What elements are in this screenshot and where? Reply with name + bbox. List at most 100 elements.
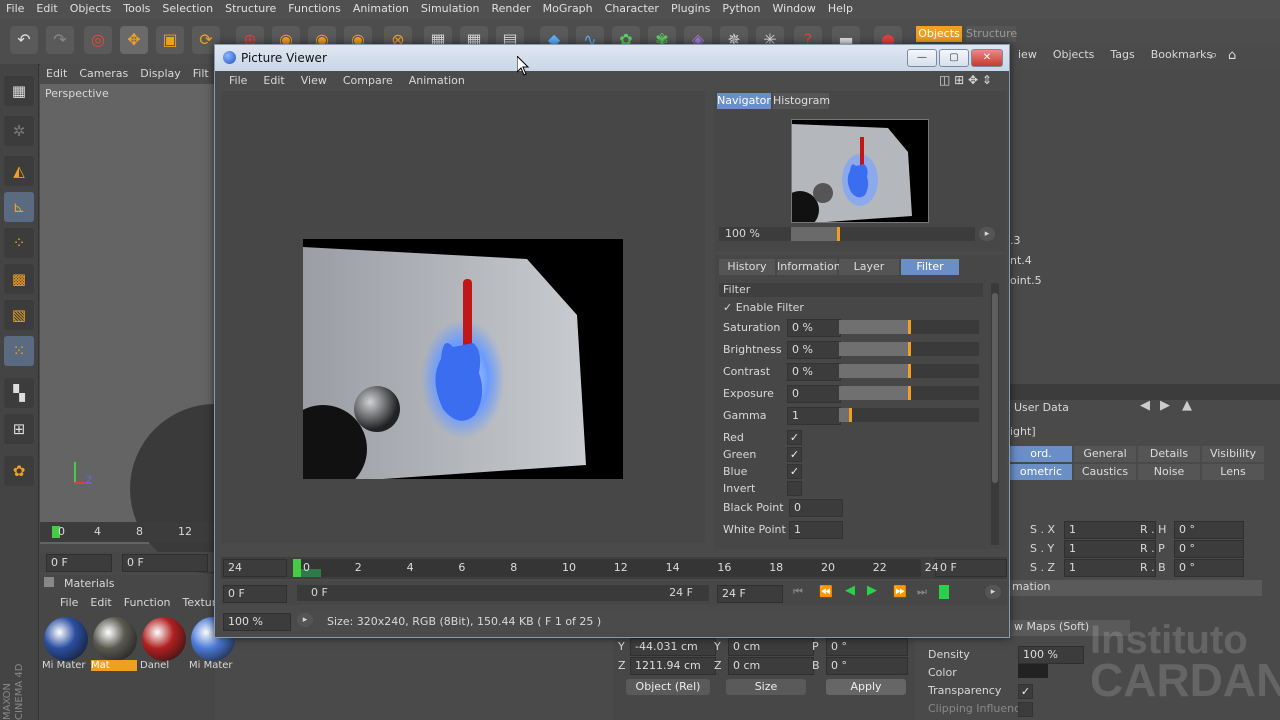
play-back-icon[interactable]: ◀ bbox=[845, 583, 855, 598]
menu-item[interactable]: Functions bbox=[282, 0, 347, 17]
animation-timeline[interactable]: 24 0 F 0 2 4 6 8 10 12 14 16 18 20 22 24 bbox=[221, 557, 1007, 579]
om-menu-item[interactable]: iew bbox=[1010, 44, 1045, 65]
enable-filter-row[interactable]: ✓ Enable Filter bbox=[723, 301, 804, 314]
tab-navigator[interactable]: Navigator bbox=[717, 93, 771, 109]
panel-layout-icon[interactable]: ◫ ⊞ ✥ ⇕ bbox=[939, 73, 992, 87]
tab-filter[interactable]: Filter bbox=[901, 259, 959, 275]
filter-slider[interactable] bbox=[839, 364, 979, 378]
step-forward-icon[interactable]: ⏩ bbox=[893, 585, 907, 598]
user-data-tab[interactable]: User Data bbox=[1014, 401, 1069, 414]
coord-mode-dropdown[interactable]: Object (Rel) bbox=[626, 679, 710, 695]
navigator-thumbnail[interactable] bbox=[791, 119, 929, 223]
attribute-tab[interactable]: Noise bbox=[1138, 464, 1200, 480]
menu-item[interactable]: Structure bbox=[219, 0, 282, 17]
pv-menu-item[interactable]: View bbox=[293, 71, 335, 90]
go-end-icon[interactable]: ⏭ bbox=[917, 585, 927, 599]
viewport-frame-field[interactable]: 0 F bbox=[46, 554, 112, 572]
material-swatch[interactable] bbox=[142, 617, 186, 661]
rot-p-field[interactable]: 0 ° bbox=[826, 638, 908, 656]
play-icon[interactable]: ▶ bbox=[867, 583, 877, 598]
viewport-menu-item[interactable]: Edit bbox=[40, 64, 73, 83]
filter-slider[interactable] bbox=[839, 408, 979, 422]
model-mode-icon[interactable]: ◭ bbox=[4, 156, 34, 186]
menu-item[interactable]: Objects bbox=[64, 0, 118, 17]
tab-information[interactable]: Information bbox=[777, 259, 841, 275]
attribute-tab[interactable]: ord. bbox=[1010, 446, 1072, 462]
picture-viewer-titlebar[interactable]: Picture Viewer — ▢ ✕ bbox=[215, 45, 1009, 71]
attribute-tab[interactable]: General bbox=[1074, 446, 1136, 462]
object-row-label[interactable]: nt.4 bbox=[1010, 254, 1032, 267]
materials-menu-item[interactable]: File bbox=[60, 596, 78, 609]
tab-layer[interactable]: Layer bbox=[839, 259, 899, 275]
attribute-tab[interactable]: Details bbox=[1138, 446, 1200, 462]
attribute-tab[interactable]: ometric bbox=[1010, 464, 1072, 480]
status-zoom-field[interactable]: 100 % bbox=[223, 613, 291, 631]
attribute-tab[interactable]: Visibility bbox=[1202, 446, 1264, 462]
slider-handle[interactable] bbox=[908, 364, 911, 378]
viewport-frame-range[interactable]: 0 F bbox=[122, 554, 208, 572]
pv-menu-item[interactable]: Edit bbox=[255, 71, 292, 90]
step-back-icon[interactable]: ⏪ bbox=[819, 585, 833, 598]
minimize-button[interactable]: — bbox=[907, 49, 937, 67]
animation-section[interactable]: mation bbox=[1010, 580, 1051, 593]
undo-icon[interactable]: ↶ bbox=[10, 26, 38, 54]
menu-item[interactable]: MoGraph bbox=[537, 0, 599, 17]
color-swatch[interactable] bbox=[1018, 664, 1048, 678]
channel-checkbox[interactable]: ✓ bbox=[787, 464, 802, 479]
move-icon[interactable]: ✥ bbox=[120, 26, 148, 54]
snap-icon[interactable]: ▚ bbox=[4, 378, 34, 408]
density-field[interactable]: 100 % bbox=[1018, 646, 1084, 664]
filter-slider-value[interactable]: 0 bbox=[787, 385, 841, 403]
slider-handle[interactable] bbox=[908, 386, 911, 400]
rot-field[interactable]: 0 ° bbox=[1174, 521, 1244, 539]
texture-mode-icon[interactable]: ✲ bbox=[4, 116, 34, 146]
structure-layout-tab[interactable]: Structure bbox=[966, 26, 1017, 42]
channel-checkbox[interactable]: ✓ bbox=[787, 430, 802, 445]
attribute-tab[interactable]: Lens bbox=[1202, 464, 1264, 480]
search-icon[interactable]: ⌕ bbox=[1210, 48, 1217, 63]
materials-menu-item[interactable]: Function bbox=[124, 596, 171, 609]
channel-checkbox[interactable]: ✓ bbox=[787, 447, 802, 462]
viewport-timeline[interactable]: 0 4 8 12 bbox=[40, 522, 215, 542]
menu-item[interactable]: Edit bbox=[30, 0, 63, 17]
live-selection-icon[interactable]: ◎ bbox=[84, 26, 112, 54]
slider-handle[interactable] bbox=[908, 320, 911, 334]
om-menu-item[interactable]: Tags bbox=[1102, 44, 1142, 65]
transparency-checkbox[interactable]: ✓ bbox=[1018, 684, 1033, 699]
filter-slider[interactable] bbox=[839, 386, 979, 400]
controls-arrow-icon[interactable]: ▸ bbox=[985, 585, 1001, 599]
object-mode-icon[interactable]: ⊾ bbox=[4, 192, 34, 222]
pv-menu-item[interactable]: File bbox=[221, 71, 255, 90]
nav-back-icon[interactable]: ◀ bbox=[1140, 398, 1150, 413]
menu-item[interactable]: Window bbox=[767, 0, 822, 17]
filter-slider[interactable] bbox=[839, 342, 979, 356]
coord-z-field[interactable]: 1211.94 cm bbox=[630, 657, 716, 675]
channel-checkbox[interactable] bbox=[787, 481, 802, 496]
redo-icon[interactable]: ↷ bbox=[46, 26, 74, 54]
fps-field[interactable]: 24 bbox=[223, 559, 287, 577]
maximize-button[interactable]: ▢ bbox=[939, 49, 969, 67]
nav-forward-icon[interactable]: ▶ bbox=[1160, 398, 1170, 413]
menu-item[interactable]: Simulation bbox=[415, 0, 486, 17]
point-value[interactable]: 0 bbox=[789, 499, 843, 517]
loop-icon[interactable] bbox=[939, 585, 949, 599]
tab-history[interactable]: History bbox=[719, 259, 775, 275]
materials-menu-item[interactable]: Edit bbox=[90, 596, 111, 609]
close-button[interactable]: ✕ bbox=[971, 49, 1003, 67]
status-arrow-icon[interactable]: ▸ bbox=[297, 613, 313, 627]
menu-item[interactable]: Plugins bbox=[665, 0, 716, 17]
menu-item[interactable]: File bbox=[0, 0, 30, 17]
go-start-icon[interactable]: ⏮ bbox=[793, 585, 803, 599]
material-swatch[interactable] bbox=[44, 617, 88, 661]
filter-scrollbar[interactable] bbox=[991, 283, 999, 545]
point-mode-icon[interactable]: ⁘ bbox=[4, 228, 34, 258]
workplane-icon[interactable]: ⊞ bbox=[4, 414, 34, 444]
menu-item[interactable]: Selection bbox=[156, 0, 219, 17]
home-icon[interactable]: ⌂ bbox=[1228, 48, 1236, 63]
zoom-arrow-icon[interactable]: ▸ bbox=[979, 227, 995, 241]
menu-item[interactable]: Help bbox=[822, 0, 859, 17]
size-z-field[interactable]: 0 cm bbox=[728, 657, 814, 675]
rot-b-field[interactable]: 0 ° bbox=[826, 657, 908, 675]
zoom-slider[interactable]: 100 % bbox=[719, 227, 975, 241]
size-y-field[interactable]: 0 cm bbox=[728, 638, 814, 656]
